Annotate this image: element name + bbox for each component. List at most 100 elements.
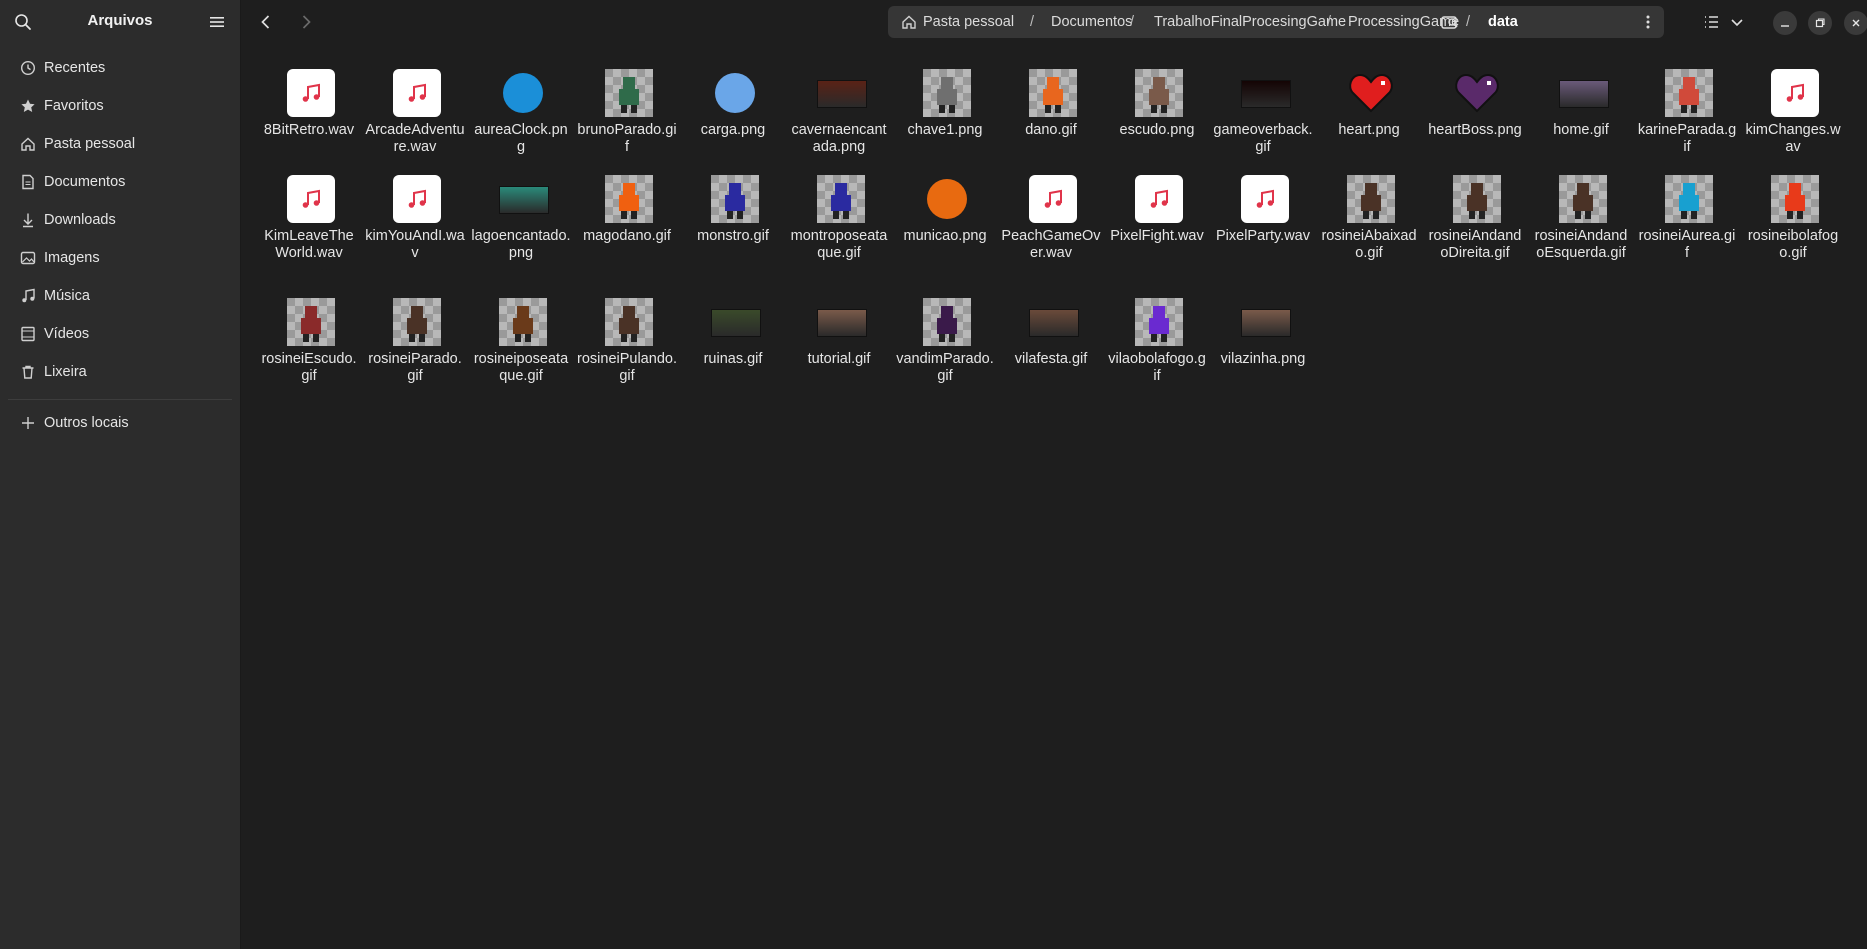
file-item[interactable]: home.gif — [1531, 44, 1631, 144]
file-item[interactable]: vilaobolafogo.gif — [1107, 273, 1207, 384]
breadcrumb-separator: / — [1030, 14, 1035, 30]
file-item[interactable]: PixelFight.wav — [1107, 150, 1207, 250]
sidebar-item-imagens[interactable]: Imagens — [8, 241, 232, 275]
file-name: PixelParty.wav — [1215, 228, 1310, 244]
sidebar-item-recentes[interactable]: Recentes — [8, 51, 232, 85]
more-options-icon[interactable] — [1638, 12, 1658, 32]
hamburger-menu-icon[interactable] — [208, 13, 226, 31]
breadcrumb-documentos[interactable]: Documentos — [1051, 14, 1132, 30]
audio-file-icon — [393, 175, 441, 223]
sidebar-item-downloads[interactable]: Downloads — [8, 203, 232, 237]
sidebar-item-lixeira[interactable]: Lixeira — [8, 355, 232, 389]
file-name: rosineiposeataque.gif — [473, 351, 569, 384]
file-item[interactable]: tutorial.gif — [789, 273, 889, 373]
file-item[interactable]: rosineiPulando.gif — [577, 273, 677, 384]
file-item[interactable]: municao.png — [895, 150, 995, 250]
sidebar-item-outros-locais[interactable]: Outros locais — [8, 406, 232, 440]
file-name: rosineiParado.gif — [368, 351, 462, 384]
file-item[interactable]: carga.png — [683, 44, 783, 144]
file-name: rosineiPulando.gif — [577, 351, 677, 384]
file-item[interactable]: monstro.gif — [683, 150, 783, 250]
maximize-button[interactable] — [1808, 11, 1832, 35]
file-item[interactable]: gameoverback.gif — [1213, 44, 1313, 155]
sidebar-item-label: Imagens — [44, 250, 100, 266]
file-item[interactable]: kimYouAndI.wav — [365, 150, 465, 261]
sidebar-item-documentos[interactable]: Documentos — [8, 165, 232, 199]
trash-icon — [22, 365, 34, 379]
file-item[interactable]: montroposeataque.gif — [789, 150, 889, 261]
file-item[interactable]: rosineiParado.gif — [365, 273, 465, 384]
close-button[interactable] — [1844, 11, 1867, 35]
file-item[interactable]: karineParada.gif — [1637, 44, 1737, 155]
breadcrumb-separator: / — [1327, 14, 1332, 30]
home-icon — [902, 15, 916, 29]
file-name: carga.png — [700, 122, 766, 138]
file-item[interactable]: rosineiAbaixado.gif — [1319, 150, 1419, 261]
breadcrumb-pasta-pessoal[interactable]: Pasta pessoal — [923, 14, 1014, 30]
heart-icon — [1453, 69, 1501, 117]
image-thumbnail — [817, 309, 867, 337]
file-name: ruinas.gif — [703, 351, 763, 367]
sprite-thumbnail — [393, 298, 441, 346]
audio-file-icon — [393, 69, 441, 117]
file-item[interactable]: escudo.png — [1107, 44, 1207, 144]
search-folder-icon[interactable] — [1438, 10, 1462, 34]
file-item[interactable]: 8BitRetro.wav — [259, 44, 359, 144]
file-name: 8BitRetro.wav — [263, 122, 355, 138]
file-item[interactable]: PixelParty.wav — [1213, 150, 1313, 250]
file-item[interactable]: lagoencantado.png — [471, 150, 571, 261]
file-item[interactable]: PeachGameOver.wav — [1001, 150, 1101, 261]
sprite-thumbnail — [1135, 69, 1183, 117]
file-item[interactable]: rosineiAndandoEsquerda.gif — [1531, 150, 1631, 261]
back-arrow-icon[interactable] — [254, 10, 278, 34]
file-name: kimYouAndI.wav — [365, 228, 465, 261]
sidebar-item-pasta-pessoal[interactable]: Pasta pessoal — [8, 127, 232, 161]
file-item[interactable]: heart.png — [1319, 44, 1419, 144]
sidebar-item-videos[interactable]: Vídeos — [8, 317, 232, 351]
file-item[interactable]: vilafesta.gif — [1001, 273, 1101, 373]
image-thumbnail — [1241, 80, 1291, 108]
file-name: magodano.gif — [583, 228, 671, 244]
file-item[interactable]: dano.gif — [1001, 44, 1101, 144]
file-item[interactable]: ruinas.gif — [683, 273, 783, 373]
breadcrumb-trabalhofinal[interactable]: TrabalhoFinalProcesingGame — [1154, 14, 1346, 30]
minimize-button[interactable] — [1773, 11, 1797, 35]
file-item[interactable]: rosineiEscudo.gif — [259, 273, 359, 384]
file-item[interactable]: rosineiAurea.gif — [1637, 150, 1737, 261]
file-item[interactable]: brunoParado.gif — [577, 44, 677, 155]
file-item[interactable]: cavernaencantada.png — [789, 44, 889, 155]
file-item[interactable]: chave1.png — [895, 44, 995, 144]
sidebar-item-musica[interactable]: Música — [8, 279, 232, 313]
file-name: rosineibolafogo.gif — [1747, 228, 1839, 261]
file-item[interactable]: rosineibolafogo.gif — [1743, 150, 1843, 261]
file-item[interactable]: KimLeaveTheWorld.wav — [259, 150, 359, 261]
file-item[interactable]: rosineiposeataque.gif — [471, 273, 571, 384]
forward-arrow-icon[interactable] — [294, 10, 318, 34]
file-item[interactable]: kimChanges.wav — [1743, 44, 1843, 155]
path-bar[interactable]: Pasta pessoal / Documentos / TrabalhoFin… — [888, 6, 1664, 38]
image-thumbnail — [1559, 80, 1609, 108]
sidebar-divider — [8, 399, 232, 400]
list-view-icon[interactable] — [1699, 10, 1723, 34]
file-name: rosineiAndandoDireita.gif — [1428, 228, 1522, 261]
chevron-down-icon[interactable] — [1725, 10, 1749, 34]
file-item[interactable]: vilazinha.png — [1213, 273, 1313, 373]
sprite-thumbnail — [1029, 69, 1077, 117]
sprite-thumbnail — [605, 175, 653, 223]
file-item[interactable]: vandimParado.gif — [895, 273, 995, 384]
file-name: municao.png — [903, 228, 987, 244]
sprite-thumbnail — [605, 298, 653, 346]
breadcrumb-current[interactable]: data — [1488, 14, 1518, 30]
file-name: tutorial.gif — [807, 351, 871, 367]
audio-file-icon — [1135, 175, 1183, 223]
file-item[interactable]: heartBoss.png — [1425, 44, 1525, 144]
file-name: home.gif — [1553, 122, 1609, 138]
file-item[interactable]: magodano.gif — [577, 150, 677, 250]
file-name: vilazinha.png — [1220, 351, 1306, 367]
file-item[interactable]: aureaClock.png — [471, 44, 571, 155]
sprite-thumbnail — [711, 175, 759, 223]
file-item[interactable]: rosineiAndandoDireita.gif — [1425, 150, 1525, 261]
sprite-thumbnail — [923, 69, 971, 117]
sidebar-item-favoritos[interactable]: Favoritos — [8, 89, 232, 123]
file-item[interactable]: ArcadeAdventure.wav — [365, 44, 465, 155]
